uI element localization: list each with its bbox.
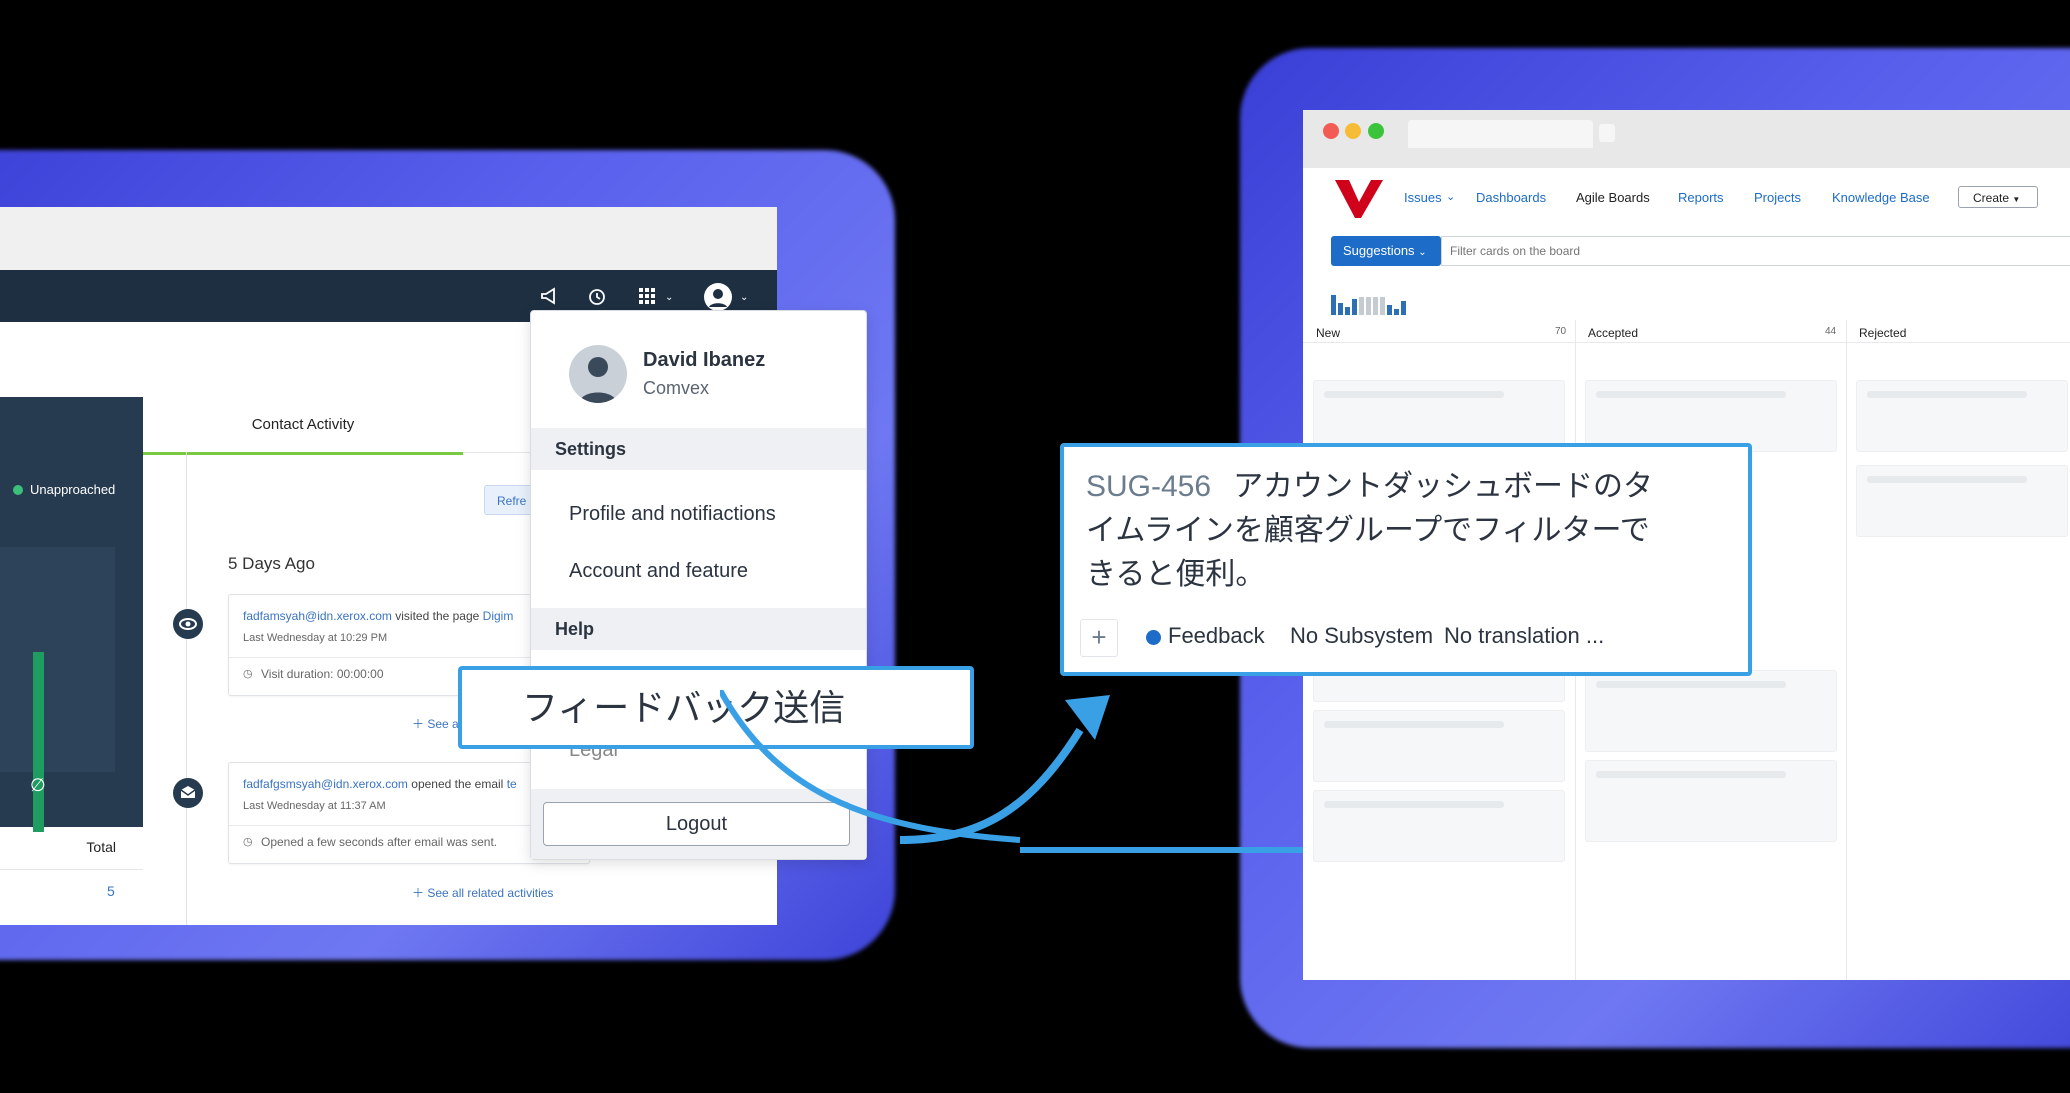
apps-grid-icon[interactable] — [637, 286, 657, 310]
create-button[interactable]: Create ▼ — [1958, 186, 2038, 208]
see-all-label: See all related activities — [427, 886, 554, 900]
timeline-entry-line: fadfafgsmsyah@idn.xerox.com opened the e… — [243, 777, 517, 791]
column-new-count: 70 — [1555, 326, 1567, 337]
minimize-window-dot[interactable] — [1345, 123, 1361, 139]
app-logo[interactable] — [1335, 180, 1383, 223]
see-more-link[interactable]: ＋ See a — [412, 715, 459, 732]
activity-action: visited the page — [395, 609, 480, 623]
left-sidebar-panel: Unapproached ∅ — [0, 397, 143, 832]
empty-set-icon: ∅ — [30, 775, 46, 795]
table-cell: 5 — [107, 883, 115, 899]
plus-icon: ＋ — [412, 886, 425, 900]
new-tab-button[interactable] — [1599, 124, 1615, 142]
clock-icon: ◷ — [243, 668, 253, 680]
contact-email-link[interactable]: fadfamsyah@idn.xerox.com — [243, 609, 392, 623]
issue-summary: SUG-456 アカウントダッシュボードのタ イムラインを顧客グループでフィルター… — [1086, 465, 1736, 597]
column-accepted-count: 44 — [1825, 326, 1837, 337]
see-more-label: See a — [427, 717, 459, 731]
timeline-line — [186, 452, 187, 925]
column-header-bar — [1303, 320, 2070, 343]
board-card[interactable] — [1585, 760, 1837, 842]
megaphone-icon[interactable] — [540, 286, 560, 310]
settings-section-header: Settings — [531, 428, 866, 470]
arrow-connector — [720, 690, 1305, 853]
issue-title-line: SUG-456 アカウントダッシュボードのタ — [1086, 465, 1736, 509]
nav-dashboards[interactable]: Dashboards — [1476, 190, 1546, 205]
caret-down-icon: ▼ — [2012, 195, 2021, 204]
column-accepted[interactable]: Accepted — [1588, 326, 1638, 340]
create-label: Create — [1973, 191, 2010, 205]
activity-time: Last Wednesday at 10:29 PM — [243, 632, 388, 644]
chevron-down-icon: ⌄ — [740, 292, 749, 303]
chevron-down-icon: ⌄ — [665, 292, 674, 303]
column-new[interactable]: New — [1316, 326, 1340, 340]
close-window-dot[interactable] — [1323, 123, 1339, 139]
plus-icon: + — [1091, 622, 1107, 652]
clock-icon: ◷ — [243, 836, 253, 848]
browser-tab[interactable] — [1408, 120, 1593, 148]
tab-contact-activity[interactable]: Contact Activity — [143, 397, 463, 455]
issue-card-callout[interactable]: SUG-456 アカウントダッシュボードのタ イムラインを顧客グループでフィルター… — [1060, 443, 1752, 676]
table-header: Total — [0, 827, 143, 870]
eye-icon — [173, 609, 203, 639]
browser-chrome — [0, 207, 777, 270]
help-section-header: Help — [531, 608, 866, 650]
tag-feedback[interactable]: Feedback — [1168, 623, 1265, 649]
status-label: Unapproached — [30, 482, 116, 497]
total-column-header: Total — [86, 839, 116, 855]
board-card[interactable] — [1313, 710, 1565, 782]
nav-issues[interactable]: Issues — [1404, 190, 1442, 205]
board-selector-label: Suggestions — [1343, 243, 1415, 258]
user-avatar — [569, 345, 627, 403]
tag-dot-icon — [1146, 630, 1161, 645]
activity-time: Last Wednesday at 11:37 AM — [243, 800, 386, 812]
sidebar-chart-area — [0, 547, 115, 772]
activity-action: opened the email — [411, 777, 504, 791]
status-dot-icon — [13, 485, 23, 495]
user-name: David Ibanez — [643, 349, 766, 371]
refresh-label: Refre — [497, 494, 527, 508]
nav-projects[interactable]: Projects — [1754, 190, 1801, 205]
nav-reports[interactable]: Reports — [1678, 190, 1724, 205]
nav-knowledge-base[interactable]: Knowledge Base — [1832, 190, 1930, 205]
plus-icon: ＋ — [412, 717, 425, 731]
board-card[interactable] — [1585, 670, 1837, 752]
issue-summary-line-2: イムラインを顧客グループでフィルターで — [1086, 514, 1650, 547]
translation-field[interactable]: No translation ... — [1444, 623, 1604, 649]
chevron-down-icon: ⌄ — [1446, 191, 1456, 203]
board-card[interactable] — [1856, 380, 2068, 452]
board-card[interactable] — [1313, 790, 1565, 862]
see-all-activities-link[interactable]: ＋ See all related activities — [412, 884, 553, 901]
issue-id[interactable]: SUG-456 — [1086, 470, 1211, 503]
timeline-entry-line: fadfamsyah@idn.xerox.com visited the pag… — [243, 609, 513, 623]
add-field-button[interactable]: + — [1080, 619, 1118, 657]
board-selector-button[interactable]: Suggestions ⌄ — [1331, 236, 1441, 266]
column-rejected[interactable]: Rejected — [1859, 326, 1906, 340]
browser-chrome — [1303, 110, 2070, 168]
activity-detail: Opened a few seconds after email was sen… — [261, 835, 498, 849]
envelope-icon — [173, 778, 203, 808]
sprint-chart-mini — [1331, 293, 1431, 315]
activity-detail: Visit duration: 00:00:00 — [261, 667, 384, 681]
board-card[interactable] — [1856, 465, 2068, 537]
nav-agile-boards[interactable]: Agile Boards — [1576, 190, 1650, 205]
target-link[interactable]: te — [507, 777, 517, 791]
subsystem-field[interactable]: No Subsystem — [1290, 623, 1433, 649]
maximize-window-dot[interactable] — [1368, 123, 1384, 139]
issue-summary-line-1: アカウントダッシュボードのタ — [1233, 470, 1654, 503]
user-company: Comvex — [643, 378, 710, 398]
sidebar-bar — [33, 652, 44, 832]
board-card[interactable] — [1585, 380, 1837, 452]
issue-summary-line-3: きると便利。 — [1086, 558, 1266, 591]
chevron-down-icon: ⌄ — [1418, 247, 1427, 258]
contact-email-link[interactable]: fadfafgsmsyah@idn.xerox.com — [243, 777, 408, 791]
column-divider — [1846, 320, 1847, 980]
board-card[interactable] — [1313, 380, 1565, 452]
alarm-clock-icon[interactable] — [587, 286, 607, 310]
menu-item-profile[interactable]: Profile and notifiactions — [569, 503, 776, 526]
target-link[interactable]: Digim — [483, 609, 514, 623]
filter-input[interactable] — [1441, 236, 2070, 266]
menu-item-account[interactable]: Account and feature — [569, 560, 748, 583]
timeline-group-label: 5 Days Ago — [228, 554, 315, 573]
